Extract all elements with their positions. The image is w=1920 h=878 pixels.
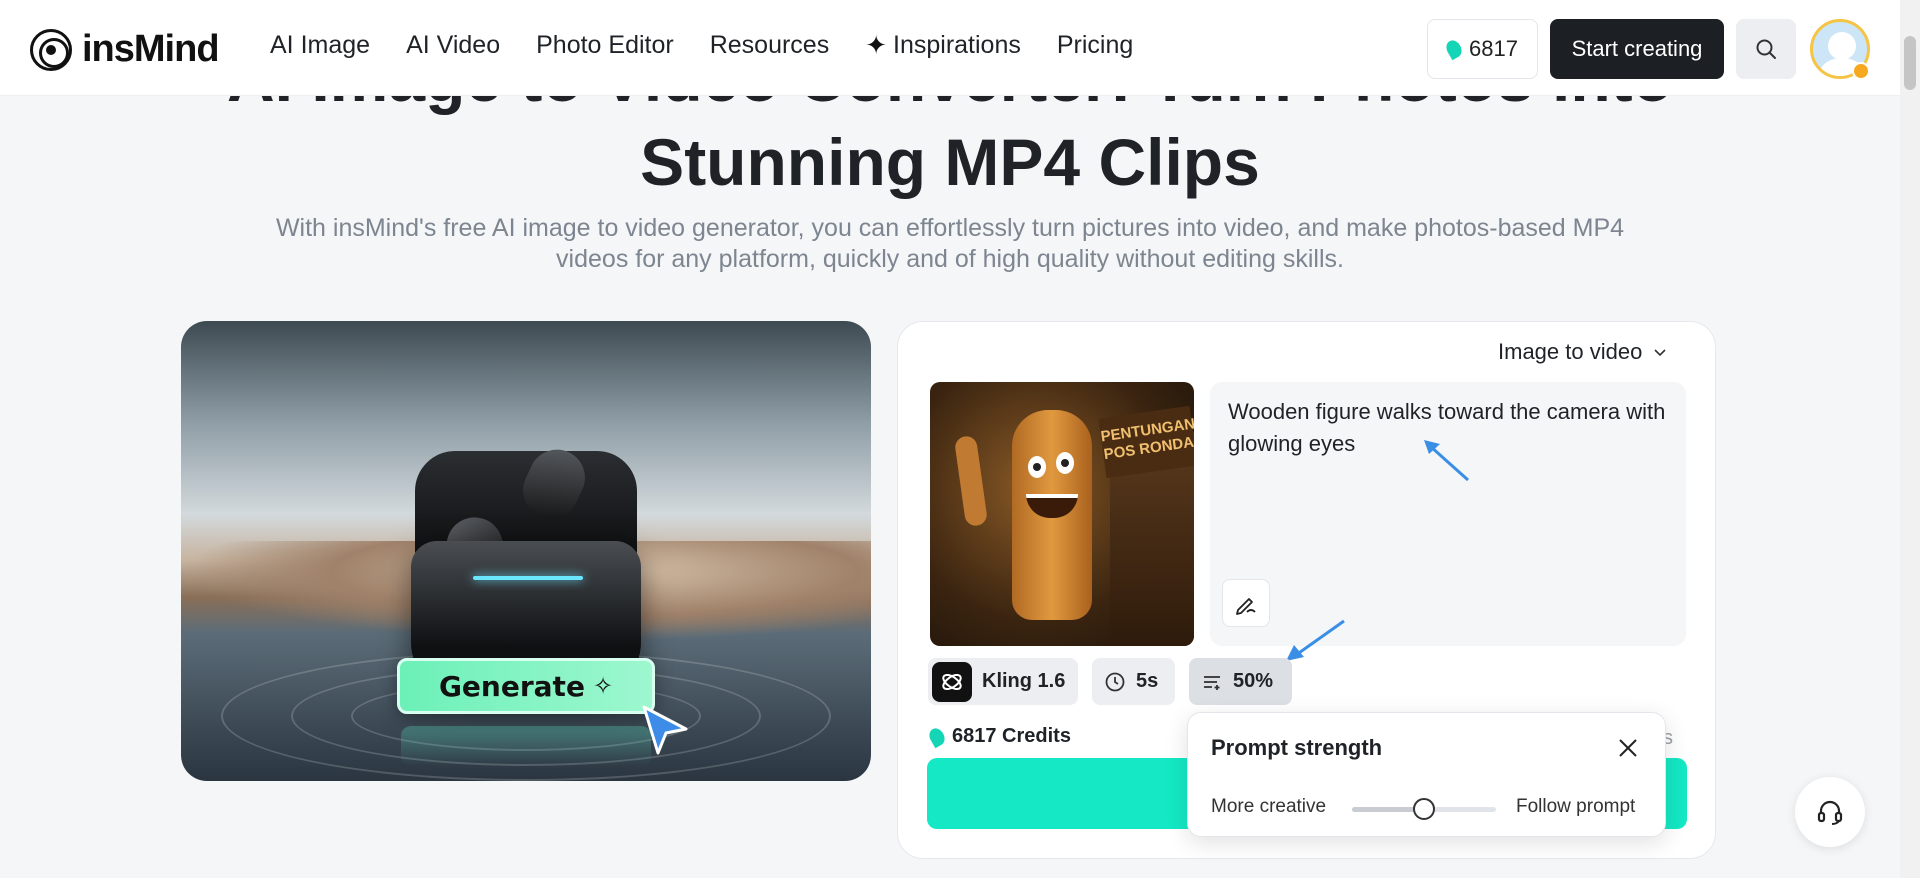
page-subtitle: With insMind's free AI image to video ge… bbox=[230, 213, 1670, 275]
subtitle-line2: videos for any platform, quickly and of … bbox=[556, 245, 1344, 273]
strength-label: 50% bbox=[1233, 670, 1274, 692]
nav-pricing[interactable]: Pricing bbox=[1057, 30, 1133, 61]
close-button[interactable] bbox=[1613, 733, 1643, 763]
nav-photo-editor[interactable]: Photo Editor bbox=[536, 30, 674, 61]
slider-max-label: Follow prompt bbox=[1516, 796, 1636, 817]
nav-ai-image[interactable]: AI Image bbox=[270, 30, 370, 61]
mode-label: Image to video bbox=[1498, 339, 1643, 364]
top-nav-bar: insMind AI Image AI Video Photo Editor R… bbox=[0, 0, 1920, 96]
support-button[interactable] bbox=[1795, 777, 1865, 847]
credits-count: 6817 bbox=[1469, 36, 1518, 61]
slider-min-label: More creative bbox=[1211, 796, 1327, 817]
pen-edit-icon bbox=[1236, 598, 1256, 615]
club-illustration bbox=[953, 434, 989, 528]
credits-available: 6817 Credits bbox=[926, 725, 1071, 748]
prompt-strength-selector[interactable]: 50% bbox=[1189, 658, 1292, 705]
prompt-strength-popup: Prompt strength More creative Follow pro… bbox=[1187, 712, 1666, 837]
uploaded-image-thumbnail[interactable]: PENTUNGAN POS RONDA bbox=[930, 382, 1194, 646]
credits-balance[interactable]: 6817 bbox=[1427, 19, 1538, 79]
nav-inspirations[interactable]: ✦ Inspirations bbox=[865, 30, 1021, 61]
prompt-strength-slider[interactable] bbox=[1352, 798, 1496, 820]
mode-dropdown[interactable]: Image to video bbox=[1498, 339, 1668, 365]
credit-drop-icon bbox=[926, 725, 948, 748]
clock-icon bbox=[1105, 672, 1125, 691]
scrollbar-thumb[interactable] bbox=[1904, 36, 1916, 90]
generate-label: Generate bbox=[438, 669, 585, 703]
annotation-arrow-icon bbox=[1424, 440, 1470, 482]
generate-illustration-button: Generate ✧ bbox=[397, 658, 655, 714]
close-icon bbox=[1619, 739, 1637, 757]
sparkle-icon: ✦ bbox=[865, 30, 888, 60]
logo-icon bbox=[30, 28, 72, 71]
annotation-arrow-icon bbox=[1286, 619, 1345, 661]
duration-selector[interactable]: 5s bbox=[1092, 658, 1175, 705]
search-icon bbox=[1756, 39, 1776, 59]
duration-label: 5s bbox=[1136, 670, 1159, 692]
headset-icon bbox=[1817, 800, 1843, 825]
prompt-enhance-button[interactable] bbox=[1222, 579, 1270, 627]
credit-drop-icon bbox=[1443, 37, 1465, 61]
case-led-light bbox=[473, 576, 583, 580]
button-reflection bbox=[401, 726, 651, 766]
chevron-down-icon bbox=[1654, 349, 1666, 357]
kling-logo-icon bbox=[932, 661, 972, 702]
page-title-line2: Stunning MP4 Clips bbox=[640, 125, 1260, 199]
main-nav: AI Image AI Video Photo Editor Resources… bbox=[270, 30, 1133, 61]
slider-handle[interactable] bbox=[1413, 798, 1435, 820]
insmind-logo[interactable]: insMind bbox=[30, 28, 220, 71]
page-scrollbar[interactable] bbox=[1900, 0, 1920, 878]
figure-eye bbox=[1028, 456, 1046, 478]
search-button[interactable] bbox=[1736, 19, 1796, 79]
subtitle-line1: With insMind's free AI image to video ge… bbox=[275, 214, 1625, 242]
model-label: Kling 1.6 bbox=[982, 670, 1066, 692]
model-selector[interactable]: Kling 1.6 bbox=[928, 658, 1078, 705]
hut-sign: PENTUNGAN POS RONDA bbox=[1098, 405, 1194, 479]
nav-ai-video[interactable]: AI Video bbox=[406, 30, 500, 61]
nav-inspirations-label: Inspirations bbox=[893, 31, 1021, 59]
list-adjust-icon bbox=[1204, 675, 1220, 690]
example-preview-image: Generate ✧ bbox=[181, 321, 871, 781]
start-creating-button[interactable]: Start creating bbox=[1550, 19, 1724, 79]
nav-resources[interactable]: Resources bbox=[710, 30, 830, 61]
vip-badge-icon bbox=[1852, 62, 1870, 80]
logo-text: insMind bbox=[82, 28, 220, 70]
figure-eye bbox=[1056, 452, 1074, 474]
popup-title: Prompt strength bbox=[1211, 735, 1383, 760]
cursor-pointer-icon bbox=[642, 705, 688, 755]
sparkle-icon: ✧ bbox=[592, 672, 614, 700]
credits-available-label: 6817 Credits bbox=[952, 725, 1071, 747]
